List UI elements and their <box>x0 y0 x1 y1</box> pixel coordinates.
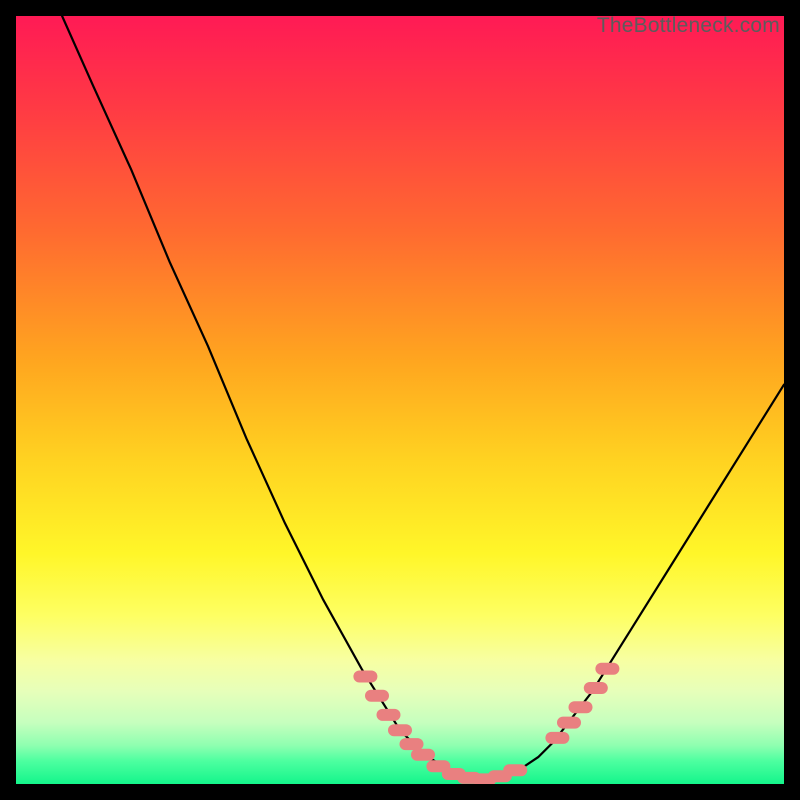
watermark-text: TheBottleneck.com <box>597 14 780 38</box>
marker-pill <box>411 749 435 761</box>
marker-pill <box>545 732 569 744</box>
marker-pill <box>365 690 389 702</box>
marker-pill <box>584 682 608 694</box>
marker-pill <box>400 738 424 750</box>
chart-svg <box>16 16 784 784</box>
chart-frame: TheBottleneck.com <box>16 16 784 784</box>
marker-pill <box>388 724 412 736</box>
marker-pill <box>377 709 401 721</box>
marker-pill <box>569 701 593 713</box>
marker-pill <box>353 671 377 683</box>
marker-pill <box>595 663 619 675</box>
marker-pill <box>503 764 527 776</box>
bottleneck-curve <box>62 16 784 779</box>
marker-pill <box>557 717 581 729</box>
highlight-markers <box>353 663 619 784</box>
